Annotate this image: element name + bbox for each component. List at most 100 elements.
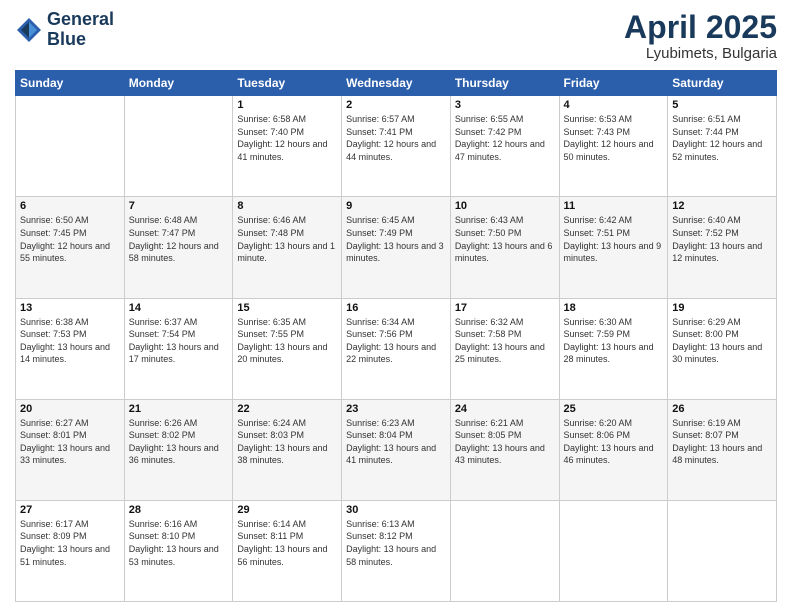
day-info: Sunrise: 6:53 AM Sunset: 7:43 PM Dayligh… xyxy=(564,113,664,163)
day-number: 17 xyxy=(455,302,555,314)
calendar-cell: 20 Sunrise: 6:27 AM Sunset: 8:01 PM Dayli… xyxy=(16,399,125,500)
day-info: Sunrise: 6:38 AM Sunset: 7:53 PM Dayligh… xyxy=(20,316,120,366)
day-info: Sunrise: 6:35 AM Sunset: 7:55 PM Dayligh… xyxy=(237,316,337,366)
calendar-week-row: 27 Sunrise: 6:17 AM Sunset: 8:09 PM Dayli… xyxy=(16,500,777,601)
day-number: 24 xyxy=(455,403,555,415)
calendar-cell: 1Sunrise: 6:58 AM Sunset: 7:40 PM Daylig… xyxy=(233,96,342,197)
calendar-cell: 29Sunrise: 6:14 AM Sunset: 8:11 PM Dayli… xyxy=(233,500,342,601)
calendar-cell xyxy=(668,500,777,601)
subtitle: Lyubimets, Bulgaria xyxy=(624,45,777,62)
calendar-cell xyxy=(16,96,125,197)
title-area: April 2025 Lyubimets, Bulgaria xyxy=(624,10,777,62)
calendar-cell: 5 Sunrise: 6:51 AM Sunset: 7:44 PM Daylig… xyxy=(668,96,777,197)
logo-icon xyxy=(15,16,43,44)
day-info: Sunrise: 6:30 AM Sunset: 7:59 PM Dayligh… xyxy=(564,316,664,366)
day-number: 7 xyxy=(129,200,229,212)
logo-line1: General xyxy=(47,10,114,30)
calendar-cell: 13 Sunrise: 6:38 AM Sunset: 7:53 PM Dayli… xyxy=(16,298,125,399)
calendar-cell: 6Sunrise: 6:50 AM Sunset: 7:45 PM Daylig… xyxy=(16,197,125,298)
day-number: 3 xyxy=(455,99,555,111)
day-info: Sunrise: 6:57 AM Sunset: 7:41 PM Dayligh… xyxy=(346,113,446,163)
day-info: Sunrise: 6:34 AM Sunset: 7:56 PM Dayligh… xyxy=(346,316,446,366)
day-info: Sunrise: 6:32 AM Sunset: 7:58 PM Dayligh… xyxy=(455,316,555,366)
day-info: Sunrise: 6:55 AM Sunset: 7:42 PM Dayligh… xyxy=(455,113,555,163)
calendar-cell xyxy=(559,500,668,601)
calendar-cell: 3 Sunrise: 6:55 AM Sunset: 7:42 PM Daylig… xyxy=(450,96,559,197)
day-info: Sunrise: 6:43 AM Sunset: 7:50 PM Dayligh… xyxy=(455,214,555,264)
col-header-monday: Monday xyxy=(124,71,233,96)
day-number: 9 xyxy=(346,200,446,212)
calendar-cell xyxy=(450,500,559,601)
calendar-cell: 7 Sunrise: 6:48 AM Sunset: 7:47 PM Daylig… xyxy=(124,197,233,298)
day-number: 4 xyxy=(564,99,664,111)
header: General Blue April 2025 Lyubimets, Bulga… xyxy=(15,10,777,62)
col-header-thursday: Thursday xyxy=(450,71,559,96)
day-info: Sunrise: 6:19 AM Sunset: 8:07 PM Dayligh… xyxy=(672,417,772,467)
day-info: Sunrise: 6:21 AM Sunset: 8:05 PM Dayligh… xyxy=(455,417,555,467)
day-info: Sunrise: 6:16 AM Sunset: 8:10 PM Dayligh… xyxy=(129,518,229,568)
day-info: Sunrise: 6:48 AM Sunset: 7:47 PM Dayligh… xyxy=(129,214,229,264)
day-number: 14 xyxy=(129,302,229,314)
day-info: Sunrise: 6:27 AM Sunset: 8:01 PM Dayligh… xyxy=(20,417,120,467)
day-number: 16 xyxy=(346,302,446,314)
calendar-cell: 26 Sunrise: 6:19 AM Sunset: 8:07 PM Dayli… xyxy=(668,399,777,500)
calendar-cell xyxy=(124,96,233,197)
day-number: 28 xyxy=(129,504,229,516)
logo-text: General Blue xyxy=(47,10,114,50)
col-header-saturday: Saturday xyxy=(668,71,777,96)
day-info: Sunrise: 6:26 AM Sunset: 8:02 PM Dayligh… xyxy=(129,417,229,467)
calendar-cell: 24 Sunrise: 6:21 AM Sunset: 8:05 PM Dayli… xyxy=(450,399,559,500)
logo: General Blue xyxy=(15,10,114,50)
day-info: Sunrise: 6:17 AM Sunset: 8:09 PM Dayligh… xyxy=(20,518,120,568)
logo-line2: Blue xyxy=(47,30,114,50)
calendar-cell: 27 Sunrise: 6:17 AM Sunset: 8:09 PM Dayli… xyxy=(16,500,125,601)
calendar-week-row: 6Sunrise: 6:50 AM Sunset: 7:45 PM Daylig… xyxy=(16,197,777,298)
day-number: 12 xyxy=(672,200,772,212)
day-number: 22 xyxy=(237,403,337,415)
calendar-cell: 22 Sunrise: 6:24 AM Sunset: 8:03 PM Dayli… xyxy=(233,399,342,500)
day-number: 27 xyxy=(20,504,120,516)
day-info: Sunrise: 6:37 AM Sunset: 7:54 PM Dayligh… xyxy=(129,316,229,366)
page: General Blue April 2025 Lyubimets, Bulga… xyxy=(0,0,792,612)
calendar-cell: 21 Sunrise: 6:26 AM Sunset: 8:02 PM Dayli… xyxy=(124,399,233,500)
day-info: Sunrise: 6:51 AM Sunset: 7:44 PM Dayligh… xyxy=(672,113,772,163)
calendar-week-row: 1Sunrise: 6:58 AM Sunset: 7:40 PM Daylig… xyxy=(16,96,777,197)
calendar-cell: 8Sunrise: 6:46 AM Sunset: 7:48 PM Daylig… xyxy=(233,197,342,298)
calendar-cell: 23Sunrise: 6:23 AM Sunset: 8:04 PM Dayli… xyxy=(342,399,451,500)
day-info: Sunrise: 6:29 AM Sunset: 8:00 PM Dayligh… xyxy=(672,316,772,366)
day-number: 19 xyxy=(672,302,772,314)
calendar-table: SundayMondayTuesdayWednesdayThursdayFrid… xyxy=(15,70,777,602)
day-number: 13 xyxy=(20,302,120,314)
day-info: Sunrise: 6:50 AM Sunset: 7:45 PM Dayligh… xyxy=(20,214,120,264)
calendar-cell: 16 Sunrise: 6:34 AM Sunset: 7:56 PM Dayli… xyxy=(342,298,451,399)
col-header-sunday: Sunday xyxy=(16,71,125,96)
day-number: 20 xyxy=(20,403,120,415)
day-number: 30 xyxy=(346,504,446,516)
calendar-cell: 19 Sunrise: 6:29 AM Sunset: 8:00 PM Dayli… xyxy=(668,298,777,399)
col-header-friday: Friday xyxy=(559,71,668,96)
day-number: 11 xyxy=(564,200,664,212)
day-info: Sunrise: 6:40 AM Sunset: 7:52 PM Dayligh… xyxy=(672,214,772,264)
calendar-week-row: 20 Sunrise: 6:27 AM Sunset: 8:01 PM Dayli… xyxy=(16,399,777,500)
col-header-tuesday: Tuesday xyxy=(233,71,342,96)
calendar-cell: 10 Sunrise: 6:43 AM Sunset: 7:50 PM Dayli… xyxy=(450,197,559,298)
day-number: 29 xyxy=(237,504,337,516)
day-info: Sunrise: 6:42 AM Sunset: 7:51 PM Dayligh… xyxy=(564,214,664,264)
calendar-cell: 2Sunrise: 6:57 AM Sunset: 7:41 PM Daylig… xyxy=(342,96,451,197)
col-header-wednesday: Wednesday xyxy=(342,71,451,96)
calendar-cell: 12 Sunrise: 6:40 AM Sunset: 7:52 PM Dayli… xyxy=(668,197,777,298)
calendar-cell: 15Sunrise: 6:35 AM Sunset: 7:55 PM Dayli… xyxy=(233,298,342,399)
day-info: Sunrise: 6:13 AM Sunset: 8:12 PM Dayligh… xyxy=(346,518,446,568)
day-number: 25 xyxy=(564,403,664,415)
day-info: Sunrise: 6:23 AM Sunset: 8:04 PM Dayligh… xyxy=(346,417,446,467)
day-number: 5 xyxy=(672,99,772,111)
day-info: Sunrise: 6:24 AM Sunset: 8:03 PM Dayligh… xyxy=(237,417,337,467)
day-number: 26 xyxy=(672,403,772,415)
day-number: 10 xyxy=(455,200,555,212)
day-number: 21 xyxy=(129,403,229,415)
day-info: Sunrise: 6:58 AM Sunset: 7:40 PM Dayligh… xyxy=(237,113,337,163)
calendar-cell: 18Sunrise: 6:30 AM Sunset: 7:59 PM Dayli… xyxy=(559,298,668,399)
calendar-cell: 11 Sunrise: 6:42 AM Sunset: 7:51 PM Dayli… xyxy=(559,197,668,298)
day-number: 8 xyxy=(237,200,337,212)
main-title: April 2025 xyxy=(624,10,777,45)
